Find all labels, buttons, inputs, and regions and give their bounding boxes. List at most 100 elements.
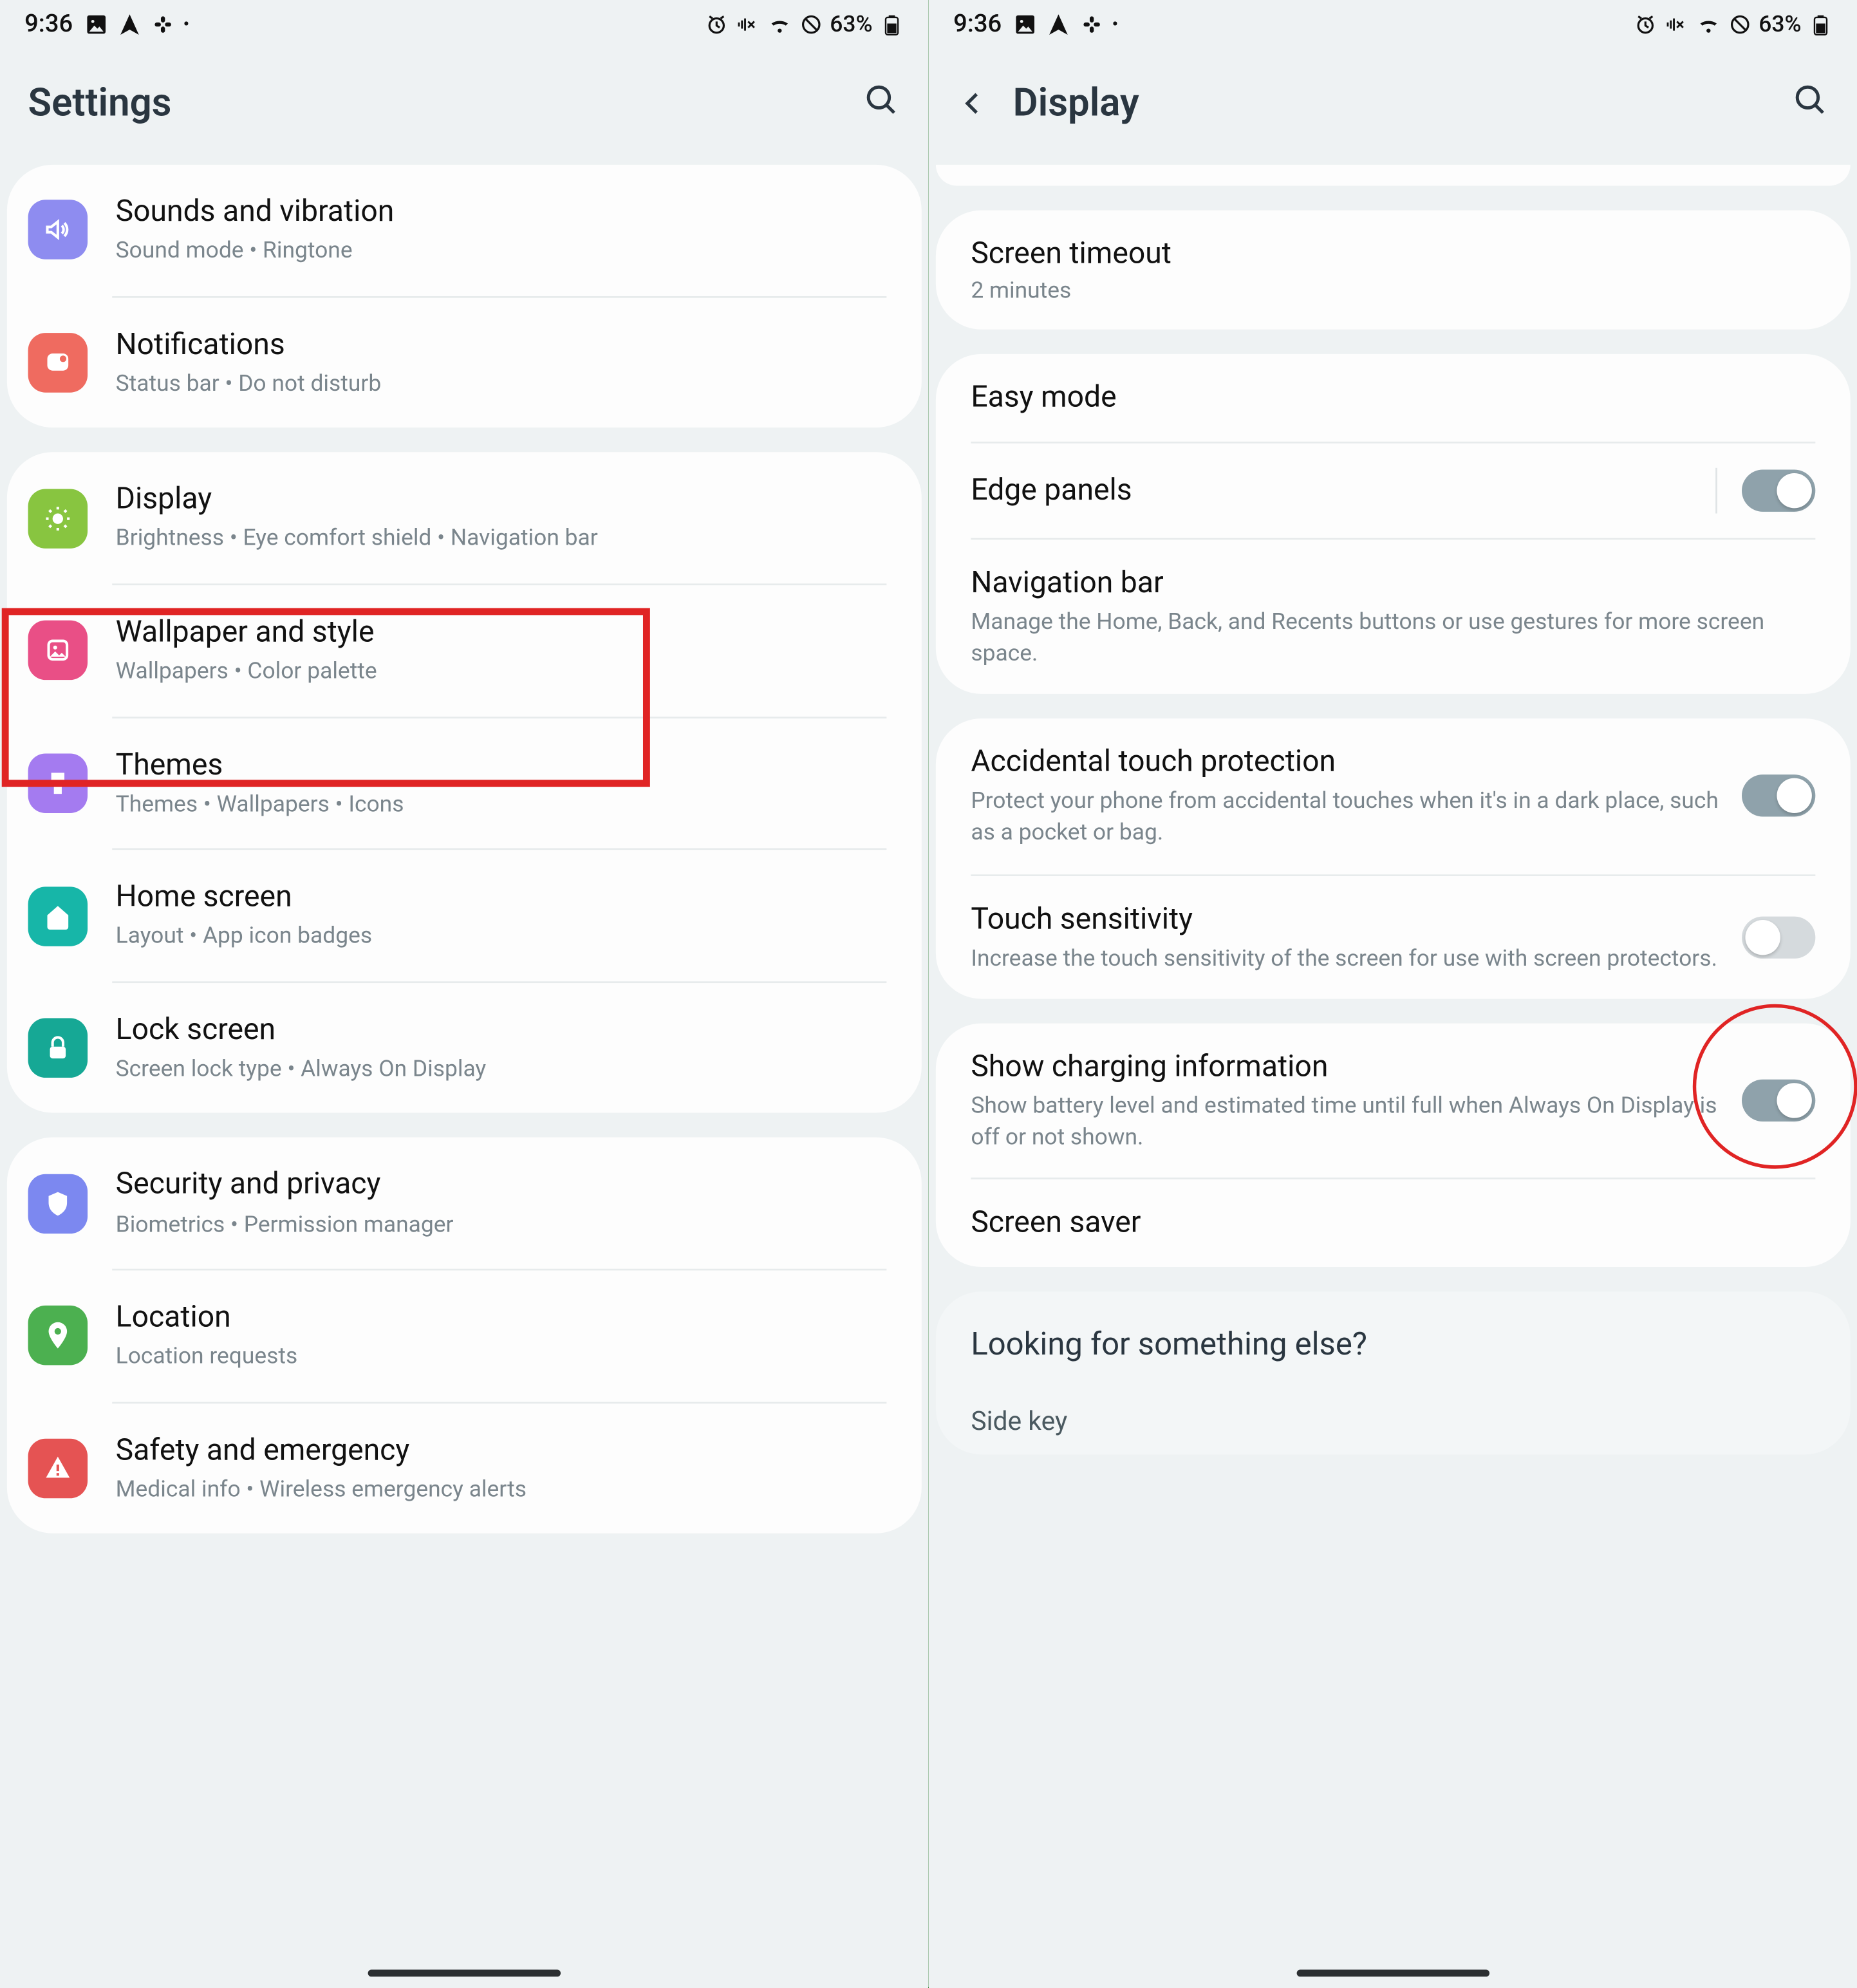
search-button[interactable]: [862, 80, 901, 126]
blocked-icon: [798, 12, 823, 37]
settings-item-security[interactable]: Security and privacy Biometrics • Permis…: [7, 1138, 922, 1269]
item-sub: Screen lock type • Always On Display: [116, 1055, 887, 1085]
status-time: 9:36: [24, 10, 73, 39]
item-title: Show charging information: [971, 1048, 1721, 1087]
edge-panels-toggle[interactable]: [1742, 470, 1815, 512]
item-title: Location: [116, 1299, 887, 1337]
status-left-icons: •: [83, 12, 189, 37]
wallpaper-icon: [28, 621, 88, 680]
display-item-edge-panels[interactable]: Edge panels: [936, 444, 1851, 538]
display-item-touch-sensitivity[interactable]: Touch sensitivity Increase the touch sen…: [936, 876, 1851, 999]
accidental-touch-toggle[interactable]: [1742, 775, 1815, 817]
settings-item-homescreen[interactable]: Home screen Layout • App icon badges: [7, 850, 922, 981]
battery-icon: [1808, 12, 1833, 37]
send-icon: [1045, 12, 1070, 37]
notifications-icon: [28, 333, 88, 393]
display-section: Accidental touch protection Protect your…: [936, 719, 1851, 999]
display-item-navigation-bar[interactable]: Navigation bar Manage the Home, Back, an…: [936, 540, 1851, 695]
settings-item-lockscreen[interactable]: Lock screen Screen lock type • Always On…: [7, 983, 922, 1114]
display-item-easy-mode[interactable]: Easy mode: [936, 354, 1851, 442]
item-title: Accidental touch protection: [971, 744, 1721, 782]
item-title: Screen saver: [971, 1205, 1815, 1243]
shield-icon: [28, 1174, 88, 1233]
item-sub: Sound mode • Ringtone: [116, 237, 887, 268]
status-dot: •: [183, 15, 190, 34]
display-section: Easy mode Edge panels Navigation bar Man…: [936, 354, 1851, 695]
settings-header: Settings: [0, 49, 929, 165]
alarm-icon: [704, 12, 728, 37]
display-item-screen-timeout[interactable]: Screen timeout 2 minutes: [936, 211, 1851, 330]
item-title: Screen timeout: [971, 235, 1815, 274]
item-title: Themes: [116, 746, 887, 784]
slack-icon: [150, 12, 174, 37]
item-title: Wallpaper and style: [116, 613, 887, 652]
status-time: 9:36: [953, 10, 1002, 39]
settings-group: Sounds and vibration Sound mode • Ringto…: [7, 165, 922, 428]
status-bar: 9:36 • 63%: [0, 0, 929, 49]
page-title: Settings: [28, 82, 172, 126]
footer-link-side-key[interactable]: Side key: [971, 1396, 1815, 1449]
settings-item-sounds[interactable]: Sounds and vibration Sound mode • Ringto…: [7, 165, 922, 295]
nav-handle[interactable]: [368, 1970, 561, 1977]
page-title: Display: [1013, 82, 1139, 126]
settings-item-safety[interactable]: Safety and emergency Medical info • Wire…: [7, 1403, 922, 1534]
display-section: Screen timeout 2 minutes: [936, 211, 1851, 330]
speaker-icon: [28, 200, 88, 260]
image-icon: [1012, 12, 1036, 37]
alarm-icon: [1632, 12, 1657, 37]
battery-text: 63%: [830, 12, 872, 38]
item-sub: Wallpapers • Color palette: [116, 657, 887, 688]
item-sub: Status bar • Do not disturb: [116, 370, 887, 400]
themes-icon: [28, 753, 88, 813]
settings-group: Display Brightness • Eye comfort shield …: [7, 453, 922, 1114]
footer-title: Looking for something else?: [971, 1327, 1815, 1364]
item-sub: Show battery level and estimated time un…: [971, 1092, 1721, 1154]
image-icon: [83, 12, 107, 37]
vibrate-icon: [1664, 12, 1688, 37]
search-icon: [1791, 80, 1829, 119]
item-sub: Layout • App icon badges: [116, 923, 887, 953]
back-button[interactable]: [957, 88, 989, 119]
card-edge: [936, 165, 1851, 186]
item-sub: Brightness • Eye comfort shield • Naviga…: [116, 525, 887, 556]
vibrate-icon: [735, 12, 760, 37]
item-title: Sounds and vibration: [116, 192, 887, 231]
item-title: Safety and emergency: [116, 1431, 887, 1470]
search-button[interactable]: [1791, 80, 1829, 126]
nav-handle[interactable]: [1297, 1970, 1489, 1977]
charging-info-toggle[interactable]: [1742, 1080, 1815, 1122]
touch-sensitivity-toggle[interactable]: [1742, 916, 1815, 958]
emergency-icon: [28, 1439, 88, 1499]
settings-item-display[interactable]: Display Brightness • Eye comfort shield …: [7, 453, 922, 583]
slack-icon: [1079, 12, 1103, 37]
location-icon: [28, 1306, 88, 1366]
item-title: Notifications: [116, 325, 887, 364]
item-sub: Themes • Wallpapers • Icons: [116, 790, 887, 821]
settings-item-notifications[interactable]: Notifications Status bar • Do not distur…: [7, 297, 922, 428]
settings-group: Security and privacy Biometrics • Permis…: [7, 1138, 922, 1534]
search-icon: [862, 80, 901, 119]
item-title: Display: [116, 481, 887, 520]
item-title: Security and privacy: [116, 1166, 887, 1205]
item-sub: Increase the touch sensitivity of the sc…: [971, 944, 1721, 975]
item-title: Home screen: [116, 878, 887, 917]
brightness-icon: [28, 488, 88, 548]
item-title: Easy mode: [971, 379, 1815, 417]
item-sub: Manage the Home, Back, and Recents butto…: [971, 608, 1815, 670]
settings-item-themes[interactable]: Themes Themes • Wallpapers • Icons: [7, 718, 922, 849]
settings-item-wallpaper[interactable]: Wallpaper and style Wallpapers • Color p…: [7, 585, 922, 716]
wifi-icon: [767, 12, 791, 37]
status-dot: •: [1112, 15, 1119, 34]
lock-icon: [28, 1018, 88, 1078]
display-item-accidental-touch[interactable]: Accidental touch protection Protect your…: [936, 719, 1851, 874]
status-bar: 9:36 • 63%: [929, 0, 1857, 49]
item-value: 2 minutes: [971, 279, 1815, 305]
display-item-screen-saver[interactable]: Screen saver: [936, 1180, 1851, 1268]
battery-text: 63%: [1759, 12, 1801, 38]
item-sub: Protect your phone from accidental touch…: [971, 787, 1721, 849]
send-icon: [117, 12, 141, 37]
display-header: Display: [929, 49, 1857, 165]
status-left-icons: •: [1012, 12, 1118, 37]
settings-item-location[interactable]: Location Location requests: [7, 1271, 922, 1402]
display-item-charging-info[interactable]: Show charging information Show battery l…: [936, 1024, 1851, 1178]
